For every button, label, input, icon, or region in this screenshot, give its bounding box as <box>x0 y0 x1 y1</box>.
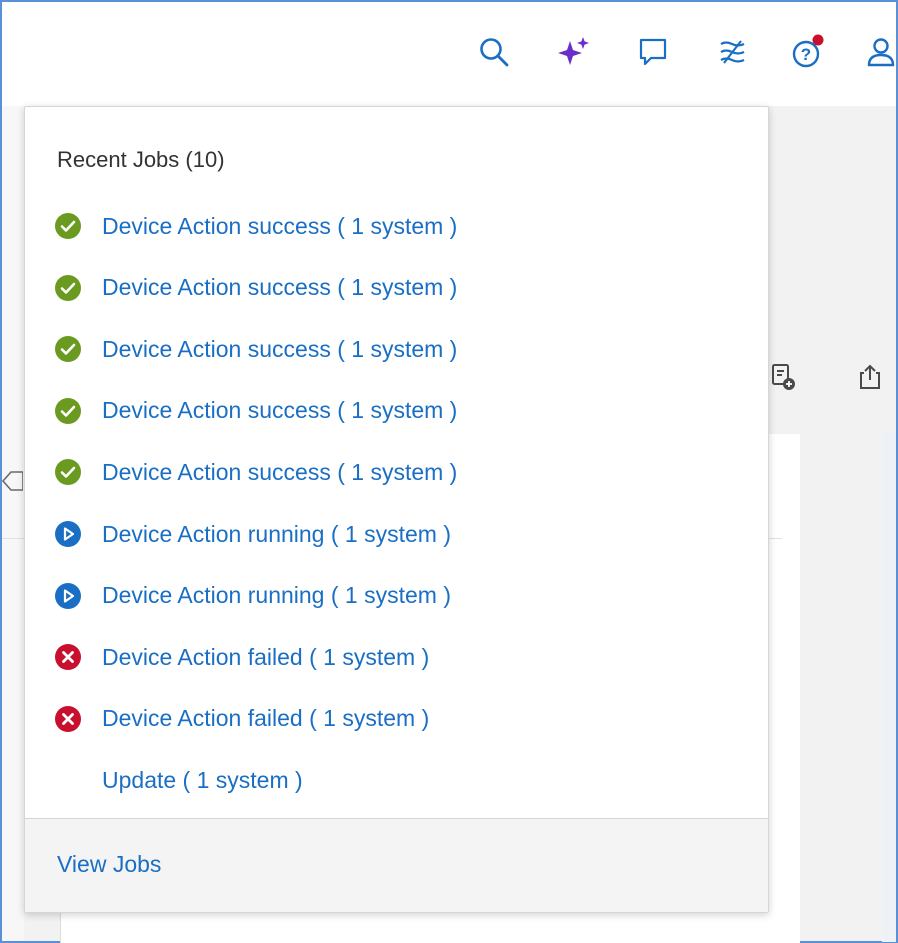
task-stack-icon[interactable] <box>714 34 750 70</box>
running-play-icon <box>55 582 81 609</box>
job-item[interactable]: Update ( 1 system ) <box>55 760 303 800</box>
recent-jobs-dropdown: Recent Jobs (10) Device Action success (… <box>24 106 769 913</box>
success-check-icon <box>55 336 81 363</box>
job-item[interactable]: Device Action success ( 1 system ) <box>55 268 457 308</box>
job-item-label[interactable]: Update ( 1 system ) <box>102 767 303 794</box>
job-item-label[interactable]: Device Action running ( 1 system ) <box>102 521 451 548</box>
tag-icon <box>0 466 24 496</box>
running-play-icon <box>55 521 81 547</box>
job-item[interactable]: Device Action success ( 1 system ) <box>55 391 457 431</box>
ai-sparkle-icon[interactable] <box>556 34 592 70</box>
job-item-label[interactable]: Device Action success ( 1 system ) <box>102 459 457 486</box>
svg-text:?: ? <box>801 45 811 64</box>
job-item-label[interactable]: Device Action success ( 1 system ) <box>102 274 457 301</box>
job-item[interactable]: Device Action failed ( 1 system ) <box>55 637 429 677</box>
success-check-icon <box>55 213 81 239</box>
recent-jobs-title: Recent Jobs (10) <box>57 147 225 172</box>
view-jobs-link[interactable]: View Jobs <box>57 851 161 878</box>
notification-dot <box>812 34 824 46</box>
dropdown-footer: View Jobs <box>25 818 768 912</box>
job-item-label[interactable]: Device Action success ( 1 system ) <box>102 213 457 240</box>
failed-x-icon <box>55 705 81 732</box>
success-check-icon <box>55 459 81 486</box>
failed-x-icon <box>55 644 81 671</box>
job-item[interactable]: Device Action failed ( 1 system ) <box>55 699 429 739</box>
background-right-column <box>882 430 896 942</box>
success-check-icon <box>55 274 81 301</box>
report-add-icon[interactable] <box>768 362 798 392</box>
export-icon[interactable] <box>855 362 885 392</box>
chat-icon[interactable] <box>635 34 671 70</box>
job-item-label[interactable]: Device Action running ( 1 system ) <box>102 582 451 609</box>
job-item[interactable]: Device Action running ( 1 system ) <box>55 514 451 554</box>
job-item[interactable]: Device Action running ( 1 system ) <box>55 576 451 616</box>
user-icon[interactable] <box>866 34 896 70</box>
job-item[interactable]: Device Action success ( 1 system ) <box>55 206 457 246</box>
top-header-bar: ? <box>2 2 896 106</box>
job-item[interactable]: Device Action success ( 1 system ) <box>55 329 457 369</box>
background-left-strip <box>2 106 24 941</box>
job-item-label[interactable]: Device Action success ( 1 system ) <box>102 397 457 424</box>
success-check-icon <box>55 397 81 424</box>
job-item-label[interactable]: Device Action success ( 1 system ) <box>102 336 457 363</box>
job-item[interactable]: Device Action success ( 1 system ) <box>55 452 457 492</box>
help-icon[interactable]: ? <box>790 34 826 70</box>
job-item-label[interactable]: Device Action failed ( 1 system ) <box>102 705 429 732</box>
job-item-label[interactable]: Device Action failed ( 1 system ) <box>102 644 429 671</box>
search-icon[interactable] <box>476 34 512 70</box>
